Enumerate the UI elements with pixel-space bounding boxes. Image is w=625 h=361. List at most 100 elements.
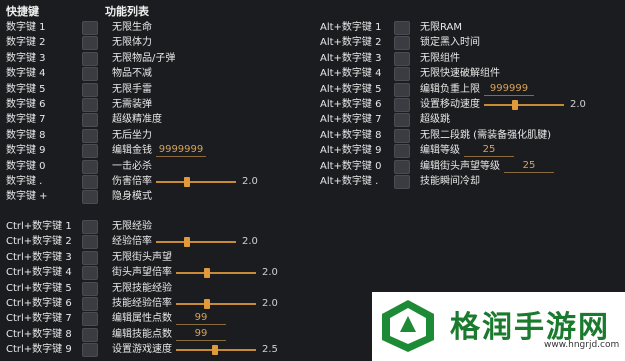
toggle-checkbox[interactable] (82, 113, 98, 128)
function-label: 无限二段跳 (需装备强化肌腱) (420, 129, 551, 141)
toggle-checkbox[interactable] (82, 190, 98, 205)
function-label: 设置移动速度 (420, 99, 480, 110)
slider-handle[interactable] (184, 237, 190, 248)
value-input[interactable]: 99 (176, 327, 226, 341)
hotkey-row: 数字键 8 无后坐力 (6, 128, 306, 144)
value-slider[interactable] (176, 345, 256, 356)
toggle-checkbox[interactable] (394, 67, 410, 82)
value-input[interactable]: 25 (464, 143, 514, 158)
hotkey-row: 数字键 1 无限生命 (6, 20, 306, 36)
toggle-checkbox[interactable] (394, 98, 410, 112)
toggle-checkbox[interactable] (82, 297, 98, 311)
function-label: 无限体力 (112, 37, 152, 49)
toggle-checkbox[interactable] (394, 21, 410, 35)
toggle-checkbox[interactable] (82, 159, 98, 174)
toggle-checkbox[interactable] (394, 159, 410, 174)
hotkey-row: 数字键 . 伤害倍率 2.0 (6, 174, 306, 190)
hotkey-label: Ctrl+数字键 5 (6, 282, 72, 294)
hotkey-row: 数字键 4 物品不减 (6, 66, 306, 82)
value-slider[interactable] (176, 299, 256, 309)
toggle-checkbox[interactable] (82, 21, 98, 35)
hotkey-label: Ctrl+数字键 9 (6, 344, 72, 356)
toggle-checkbox[interactable] (82, 250, 98, 265)
function-label: 编辑等级 (420, 145, 460, 157)
hotkey-label: Ctrl+数字键 3 (6, 251, 72, 263)
hotkey-row: Ctrl+数字键 5 无限技能经验 (6, 281, 306, 297)
toggle-checkbox[interactable] (82, 128, 98, 143)
toggle-checkbox[interactable] (394, 113, 410, 128)
hotkey-row: Alt+数字键 8 无限二段跳 (需装备强化肌腱) (320, 128, 620, 144)
hotkey-row: 数字键 + 隐身模式 (6, 189, 306, 205)
slider-handle[interactable] (212, 345, 218, 356)
slider-handle[interactable] (204, 299, 210, 309)
toggle-checkbox[interactable] (394, 51, 410, 66)
value-slider[interactable] (484, 100, 564, 110)
hotkey-row: Ctrl+数字键 1 无限经验 (6, 219, 306, 235)
hotkey-row: 数字键 7 超级精准度 (6, 112, 306, 128)
value-input[interactable]: 99 (176, 311, 226, 326)
toggle-checkbox[interactable] (82, 36, 98, 51)
watermark-url: www.hngrjd.com (544, 340, 620, 350)
hotkey-row: Ctrl+数字键 9 设置游戏速度 2.5 (6, 342, 306, 358)
slider-value: 2.0 (242, 236, 258, 248)
hotkey-label: Alt+数字键 8 (320, 129, 382, 141)
toggle-checkbox[interactable] (82, 82, 98, 97)
value-slider[interactable] (156, 237, 236, 248)
hotkey-label: Alt+数字键 5 (320, 83, 382, 95)
hotkey-label: 数字键 1 (6, 22, 46, 33)
function-label: 超级精准度 (112, 114, 162, 126)
function-label: 经验倍率 (112, 236, 152, 248)
function-label: 编辑属性点数 (112, 313, 172, 325)
hotkey-label: Ctrl+数字键 6 (6, 298, 72, 309)
hotkey-label: Alt+数字键 3 (320, 52, 382, 64)
hotkey-label: Alt+数字键 7 (320, 114, 382, 126)
toggle-checkbox[interactable] (82, 281, 98, 296)
header-functions: 功能列表 (105, 5, 149, 18)
value-slider[interactable] (176, 268, 256, 279)
toggle-checkbox[interactable] (394, 144, 410, 159)
hotkey-label: 数字键 2 (6, 37, 46, 49)
toggle-checkbox[interactable] (82, 220, 98, 234)
toggle-checkbox[interactable] (82, 51, 98, 66)
toggle-checkbox[interactable] (394, 82, 410, 97)
value-slider[interactable] (156, 177, 236, 187)
function-label: 锁定黑入时间 (420, 37, 480, 49)
function-label: 无限技能经验 (112, 282, 172, 294)
toggle-checkbox[interactable] (82, 144, 98, 159)
toggle-checkbox[interactable] (82, 327, 98, 342)
value-input[interactable]: 25 (504, 159, 554, 173)
slider-handle[interactable] (204, 268, 210, 279)
value-input[interactable]: 9999999 (156, 143, 206, 158)
hotkey-row: Ctrl+数字键 7 编辑属性点数 99 (6, 311, 306, 327)
toggle-checkbox[interactable] (82, 312, 98, 327)
slider-handle[interactable] (184, 177, 190, 187)
toggle-checkbox[interactable] (394, 36, 410, 51)
function-label: 技能瞬间冷却 (420, 176, 480, 187)
toggle-checkbox[interactable] (82, 266, 98, 281)
function-label: 街头声望倍率 (112, 267, 172, 279)
function-label: 超级跳 (420, 114, 450, 126)
hotkey-label: 数字键 4 (6, 68, 46, 80)
hotkey-label: 数字键 5 (6, 83, 46, 95)
toggle-checkbox[interactable] (394, 175, 410, 189)
toggle-checkbox[interactable] (394, 128, 410, 143)
function-label: 编辑负重上限 (420, 83, 480, 95)
hotkey-label: Alt+数字键 1 (320, 22, 382, 33)
toggle-checkbox[interactable] (82, 175, 98, 189)
slider-handle[interactable] (512, 100, 518, 110)
hotkey-row: 数字键 9 编辑金钱 9999999 (6, 143, 306, 159)
value-input[interactable]: 999999 (484, 82, 534, 96)
toggle-checkbox[interactable] (82, 98, 98, 112)
hotkey-label: Ctrl+数字键 7 (6, 313, 72, 325)
function-label: 物品不减 (112, 68, 152, 80)
toggle-checkbox[interactable] (82, 235, 98, 250)
hotkey-label: Alt+数字键 2 (320, 37, 382, 49)
function-label: 无限生命 (112, 22, 152, 33)
slider-value: 2.0 (570, 99, 586, 110)
hotkey-row: 数字键 6 无需装弹 (6, 97, 306, 113)
function-label: 无限街头声望 (112, 251, 172, 263)
toggle-checkbox[interactable] (82, 67, 98, 82)
toggle-checkbox[interactable] (82, 343, 98, 358)
hotkey-row: Alt+数字键 3 无限组件 (320, 51, 620, 67)
hotkey-label: Alt+数字键 . (320, 176, 379, 187)
